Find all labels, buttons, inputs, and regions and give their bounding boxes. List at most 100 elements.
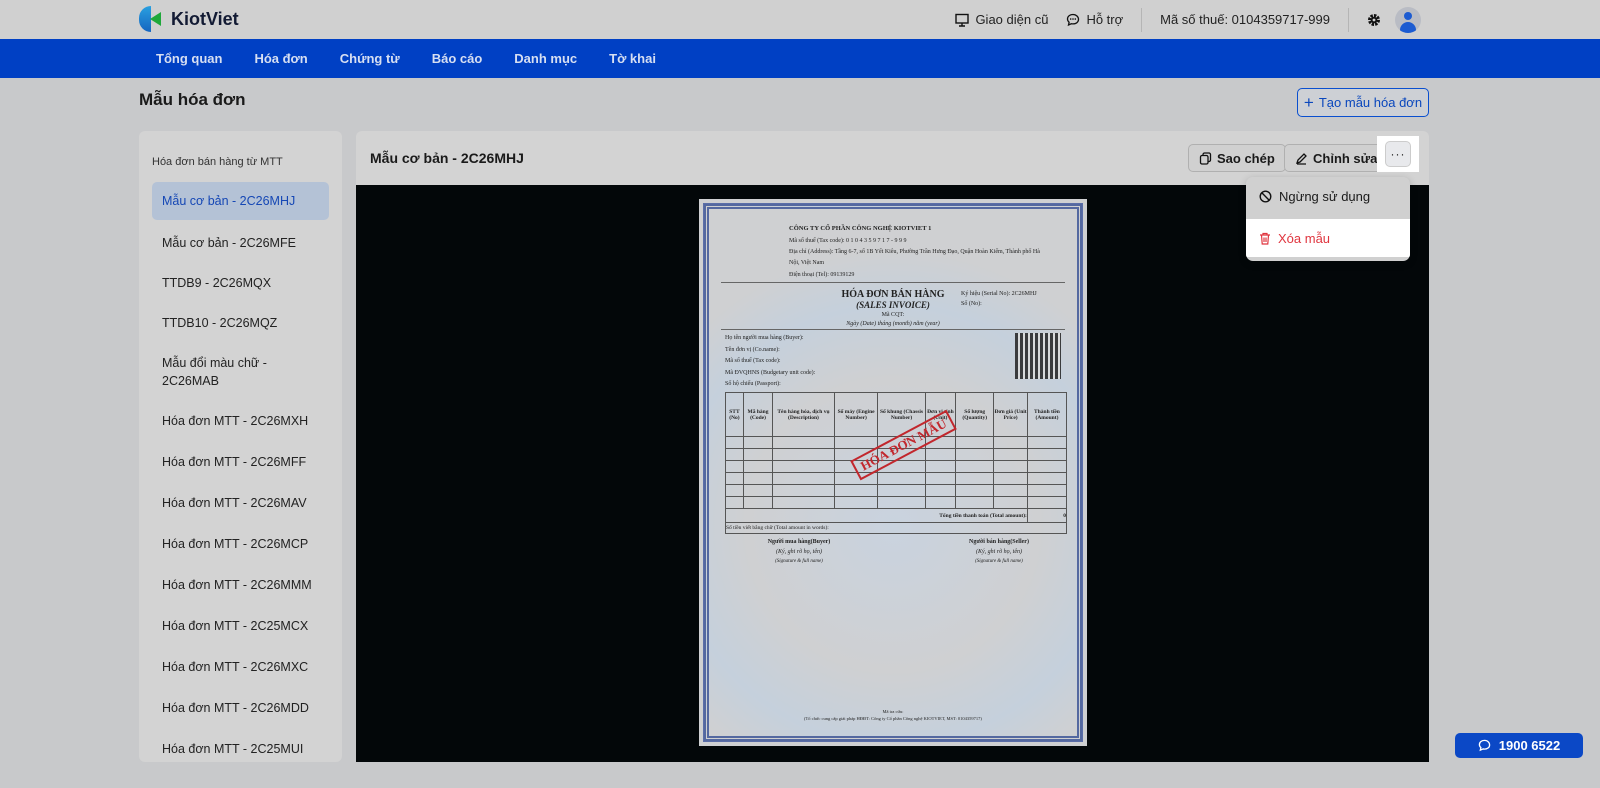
column-header: STT (No) <box>725 392 744 437</box>
disable-label: Ngừng sử dụng <box>1279 188 1371 204</box>
monitor-icon <box>955 13 970 27</box>
company-info: CÔNG TY CỔ PHẦN CÔNG NGHỆ KIOTVIET 1 Mã … <box>789 223 1049 281</box>
invoice-document: CÔNG TY CỔ PHẦN CÔNG NGHỆ KIOTVIET 1 Mã … <box>699 199 1087 746</box>
column-header: Số máy (Engine Number) <box>833 392 879 437</box>
table-row <box>725 484 1068 497</box>
sidebar-item[interactable]: Hóa đơn MTT - 2C26MDD <box>152 687 329 728</box>
gear-icon[interactable] <box>1367 13 1381 27</box>
sidebar-item[interactable]: Hóa đơn MTT - 2C26MAV <box>152 482 329 523</box>
serial-number: Ký hiệu (Serial No): 2C26MHJ <box>961 291 1037 297</box>
support-link[interactable]: Hỗ trợ <box>1066 12 1123 27</box>
invoice-date: Ngày (Date) tháng (month) năm (year) <box>846 321 940 327</box>
buyer-company-field: Tên đơn vị (Co.name): <box>725 346 780 353</box>
serial-block: Ký hiệu (Serial No): 2C26MHJ Số (No): <box>961 289 1037 309</box>
sidebar-item[interactable]: TTDB9 - 2C26MQX <box>152 263 329 303</box>
tax-code: Mã số thuế: 0104359717-999 <box>1160 12 1330 27</box>
top-bar: KiotViet Giao diện cũ Hỗ trợ Mã số thuế:… <box>0 0 1600 39</box>
buyer-sign-title: Người mua hàng(Buyer) <box>767 539 831 545</box>
delete-label: Xóa mẫu <box>1278 230 1331 246</box>
template-sidebar: Hóa đơn bán hàng từ MTT Mẫu cơ bản - 2C2… <box>139 131 342 762</box>
more-options-button[interactable]: ··· <box>1385 141 1411 167</box>
items-table: STT (No) Mã hàng (Code) Tên hàng hóa, dị… <box>725 392 1068 534</box>
divider <box>1348 7 1349 32</box>
nav-reports[interactable]: Báo cáo <box>432 51 483 66</box>
nav-invoices[interactable]: Hóa đơn <box>254 51 307 66</box>
table-row <box>725 472 1068 485</box>
nav-catalog[interactable]: Danh mục <box>514 51 577 66</box>
ban-icon <box>1259 189 1272 203</box>
seller-sign-title: Người bán hàng(Seller) <box>969 539 1029 545</box>
column-header: Tên hàng hóa, dịch vụ (Description) <box>772 392 835 437</box>
copy-button[interactable]: Sao chép <box>1188 144 1286 172</box>
sidebar-item[interactable]: Mẫu cơ bản - 2C26MHJ <box>152 182 329 220</box>
column-header: Thành tiền (Amount) <box>1026 392 1068 437</box>
sidebar-item[interactable]: Hóa đơn MTT - 2C26MCP <box>152 523 329 564</box>
copy-icon <box>1199 151 1212 165</box>
qr-code <box>1015 333 1061 379</box>
sidebar-item[interactable]: Hóa đơn MTT - 2C26MFF <box>152 441 329 482</box>
chat-icon <box>1067 13 1080 26</box>
company-name: CÔNG TY CỔ PHẦN CÔNG NGHỆ KIOTVIET 1 <box>789 225 932 232</box>
plus-icon: + <box>1303 92 1314 112</box>
sidebar-item[interactable]: Hóa đơn MTT - 2C25MCX <box>152 605 329 646</box>
create-template-button[interactable]: + Tạo mẫu hóa đơn <box>1297 88 1429 117</box>
lookup-code: Mã tra cứu: <box>882 709 904 714</box>
sidebar-item[interactable]: Hóa đơn MTT - 2C26MXH <box>152 401 329 441</box>
divider <box>721 282 1065 283</box>
column-header: Mã hàng (Code) <box>742 392 774 437</box>
edit-button[interactable]: Chỉnh sửa <box>1284 144 1389 172</box>
total-label: Tổng tiền thanh toán (Total amount): <box>725 508 1028 523</box>
invoice-footer: Mã tra cứu: (Tổ chức cung cấp giải pháp … <box>709 708 1077 722</box>
more-options-menu: Ngừng sử dụng Xóa mẫu <box>1246 177 1410 261</box>
company-address: Địa chỉ (Address): Tầng 6-7, số 1B Yết K… <box>789 249 1040 266</box>
amount-in-words: Số tiền viết bằng chữ (Total amount in w… <box>725 522 1067 534</box>
more-options-highlight: ··· <box>1377 136 1419 172</box>
sidebar-item[interactable]: TTDB10 - 2C26MQZ <box>152 303 329 343</box>
provider-info: (Tổ chức cung cấp giải pháp HĐĐT: Công t… <box>804 716 982 721</box>
old-ui-link[interactable]: Giao diện cũ <box>955 12 1048 27</box>
main-nav: Tổng quan Hóa đơn Chứng từ Báo cáo Danh … <box>0 39 1600 78</box>
buyer-name-field: Họ tên người mua hàng (Buyer): <box>725 335 804 341</box>
sidebar-item[interactable]: Mẫu đổi màu chữ - 2C26MAB <box>152 343 329 401</box>
edit-label: Chỉnh sửa <box>1313 150 1378 166</box>
column-header: Số lượng (Quantity) <box>955 392 995 437</box>
buyer-budget-code-field: Mã ĐVQHNS (Budgetary unit code): <box>725 369 816 376</box>
kiotviet-logo[interactable]: KiotViet <box>139 6 239 32</box>
page-title: Mẫu hóa đơn <box>139 90 246 109</box>
buyer-fields: Họ tên người mua hàng (Buyer): Tên đơn v… <box>725 333 815 391</box>
delete-template-item[interactable]: Xóa mẫu <box>1246 219 1410 257</box>
total-value: 0 <box>1027 508 1068 523</box>
seller-sign-note-en: (Signature & full name) <box>975 559 1023 564</box>
logo-icon <box>139 6 165 32</box>
hotline-number: 1900 6522 <box>1498 738 1561 753</box>
divider <box>721 329 1065 330</box>
sidebar-item[interactable]: Hóa đơn MTT - 2C25MUI <box>152 728 329 762</box>
column-header: Đơn giá (Unit Price) <box>993 392 1028 437</box>
table-row <box>725 496 1068 509</box>
disable-template-item[interactable]: Ngừng sử dụng <box>1246 177 1410 215</box>
support-label: Hỗ trợ <box>1086 12 1124 27</box>
buyer-signature: Người mua hàng(Buyer) (Ký, ghi rõ họ, tê… <box>739 537 859 567</box>
hotline-button[interactable]: 1900 6522 <box>1455 733 1583 758</box>
buyer-passport-field: Số hộ chiếu (Passport): <box>725 381 781 387</box>
sidebar-item[interactable]: Hóa đơn MTT - 2C26MMM <box>152 564 329 605</box>
seller-sign-note: (Ký, ghi rõ họ, tên) <box>976 549 1022 555</box>
divider <box>1141 7 1143 32</box>
sidebar-item[interactable]: Hóa đơn MTT - 2C26MXC <box>152 646 329 687</box>
old-ui-label: Giao diện cũ <box>975 12 1049 27</box>
create-template-label: Tạo mẫu hóa đơn <box>1318 95 1423 110</box>
copy-label: Sao chép <box>1217 150 1275 166</box>
nav-vouchers[interactable]: Chứng từ <box>340 51 400 66</box>
company-tax: Mã số thuế (Tax code): 0 1 0 4 3 5 9 7 1… <box>789 238 907 244</box>
invoice-number: Số (No): <box>961 301 982 307</box>
chat-icon <box>1478 739 1491 752</box>
sidebar-item[interactable]: Mẫu cơ bản - 2C26MFE <box>152 223 329 263</box>
table-row <box>725 460 1068 473</box>
avatar[interactable] <box>1395 6 1421 33</box>
nav-overview[interactable]: Tổng quan <box>156 51 222 66</box>
buyer-tax-field: Mã số thuế (Tax code): <box>725 358 781 364</box>
company-phone: Điện thoại (Tel): 09139129 <box>789 272 855 278</box>
pencil-icon <box>1295 152 1307 165</box>
cqt-code: Mã CQT: <box>881 312 905 318</box>
nav-declarations[interactable]: Tờ khai <box>609 51 656 66</box>
